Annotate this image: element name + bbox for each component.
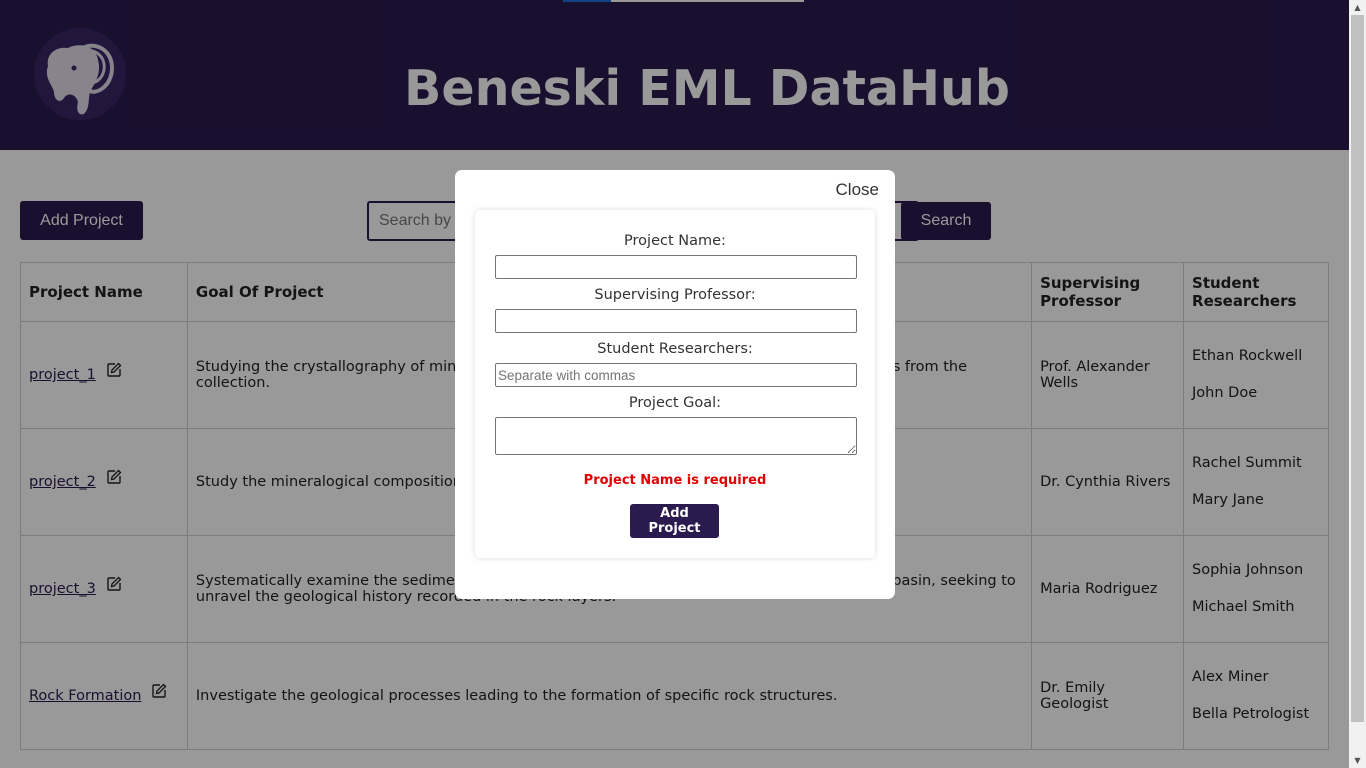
add-project-modal: Close Project Name: Supervising Professo… [455,170,895,599]
professor-input[interactable] [495,309,857,333]
scroll-up-arrow-icon[interactable]: ▲ [1349,0,1366,15]
project-name-input[interactable] [495,255,857,279]
close-button[interactable]: Close [836,180,879,200]
submit-add-project-button[interactable]: Add Project [630,504,719,538]
professor-label: Supervising Professor: [594,287,756,303]
scroll-down-arrow-icon[interactable]: ▼ [1349,753,1366,768]
validation-error: Project Name is required [583,473,767,488]
scrollbar-thumb[interactable] [1351,15,1364,722]
project-name-label: Project Name: [624,233,726,249]
students-label: Student Researchers: [597,341,753,357]
students-input[interactable] [495,363,857,387]
goal-label: Project Goal: [628,395,722,411]
goal-textarea[interactable] [495,417,857,455]
add-project-form: Project Name: Supervising Professor: Stu… [475,210,875,558]
